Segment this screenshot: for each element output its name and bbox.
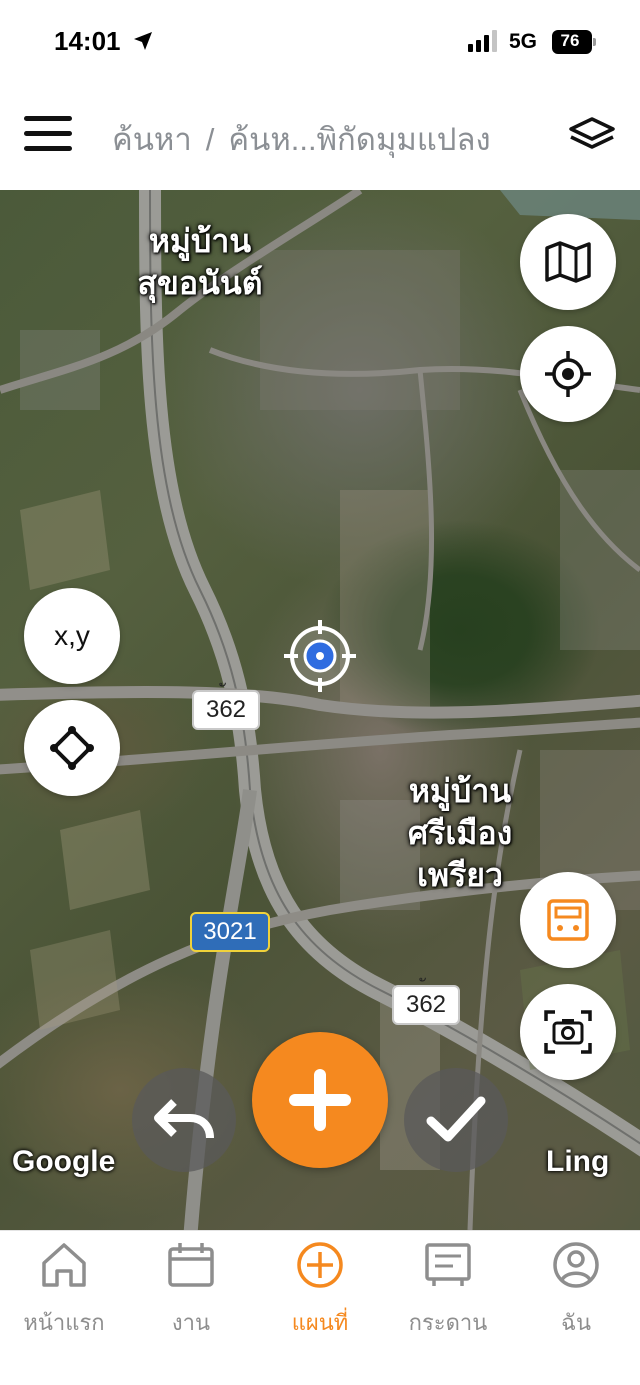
- battery-icon: 76: [552, 30, 596, 54]
- camera-icon: [544, 1010, 592, 1054]
- check-icon: [426, 1096, 486, 1142]
- nav-board-label: กระดาน: [408, 1311, 488, 1336]
- nav-tasks[interactable]: งาน: [127, 1239, 255, 1340]
- nav-map-label: แผนที่: [291, 1311, 349, 1336]
- plus-icon: [289, 1069, 351, 1131]
- nav-home-label: หน้าแรก: [23, 1311, 105, 1336]
- google-credit: Google: [12, 1145, 116, 1178]
- bottom-nav: หน้าแรก งาน แผนที่ กระดาน ฉัน: [0, 1230, 640, 1385]
- road-shield-362-b: ั362: [392, 985, 460, 1025]
- road-shield-3021: 3021: [190, 912, 270, 952]
- signal-icon: [468, 30, 497, 52]
- nav-home[interactable]: หน้าแรก: [0, 1239, 128, 1340]
- undo-icon: [154, 1099, 214, 1139]
- plus-circle-icon: [297, 1242, 343, 1288]
- breadcrumb-current: ค้นห...พิกัดมุมแปลง: [228, 122, 491, 157]
- calculator-button[interactable]: [520, 872, 616, 968]
- xy-label: x,y: [54, 620, 90, 651]
- layers-icon[interactable]: [567, 116, 617, 152]
- nav-me-label: ฉัน: [560, 1311, 592, 1336]
- current-location-marker: [284, 620, 356, 692]
- map-type-button[interactable]: [520, 214, 616, 310]
- ling-credit: Ling: [546, 1145, 610, 1178]
- map-label-village-2: หมู่บ้าน ศรีเมือง เพรียว: [407, 772, 513, 894]
- menu-icon[interactable]: [24, 116, 72, 152]
- breadcrumb-separator: /: [205, 122, 215, 157]
- status-bar: 14:01 5G 76: [0, 0, 640, 88]
- breadcrumb: ค้นหา / ค้นห...พิกัดมุมแปลง: [112, 114, 491, 164]
- status-time: 14:01: [54, 26, 121, 56]
- board-icon: [425, 1243, 471, 1286]
- locate-button[interactable]: [520, 326, 616, 422]
- location-arrow-icon: [134, 32, 152, 50]
- map-icon: [545, 241, 591, 283]
- polygon-button[interactable]: [24, 700, 120, 796]
- calendar-icon: [168, 1243, 214, 1287]
- screenshot-button[interactable]: [520, 984, 616, 1080]
- home-icon: [42, 1243, 86, 1287]
- confirm-button[interactable]: [404, 1068, 508, 1172]
- app-header: ค้นหา / ค้นห...พิกัดมุมแปลง: [0, 88, 640, 190]
- map-label-village-1: หมู่บ้าน สุขอนันต์: [137, 222, 263, 302]
- nav-tasks-label: งาน: [171, 1311, 211, 1336]
- nav-map[interactable]: แผนที่: [256, 1239, 384, 1340]
- calculator-icon: [547, 899, 589, 941]
- map-view[interactable]: หมู่บ้าน สุขอนันต์ หมู่บ้าน ศรีเมือง เพร…: [0, 190, 640, 1230]
- crosshair-icon: [545, 351, 591, 397]
- nav-me[interactable]: ฉัน: [512, 1239, 640, 1340]
- undo-button[interactable]: [132, 1068, 236, 1172]
- road-shield-362: ั362: [192, 690, 260, 730]
- nav-board[interactable]: กระดาน: [384, 1239, 512, 1340]
- breadcrumb-root[interactable]: ค้นหา: [112, 122, 192, 157]
- battery-level: 76: [560, 31, 580, 50]
- xy-coordinate-button[interactable]: x,y: [24, 588, 120, 684]
- network-type: 5G: [509, 30, 538, 53]
- add-point-button[interactable]: [252, 1032, 388, 1168]
- user-icon: [553, 1242, 599, 1288]
- polygon-icon: [50, 726, 94, 770]
